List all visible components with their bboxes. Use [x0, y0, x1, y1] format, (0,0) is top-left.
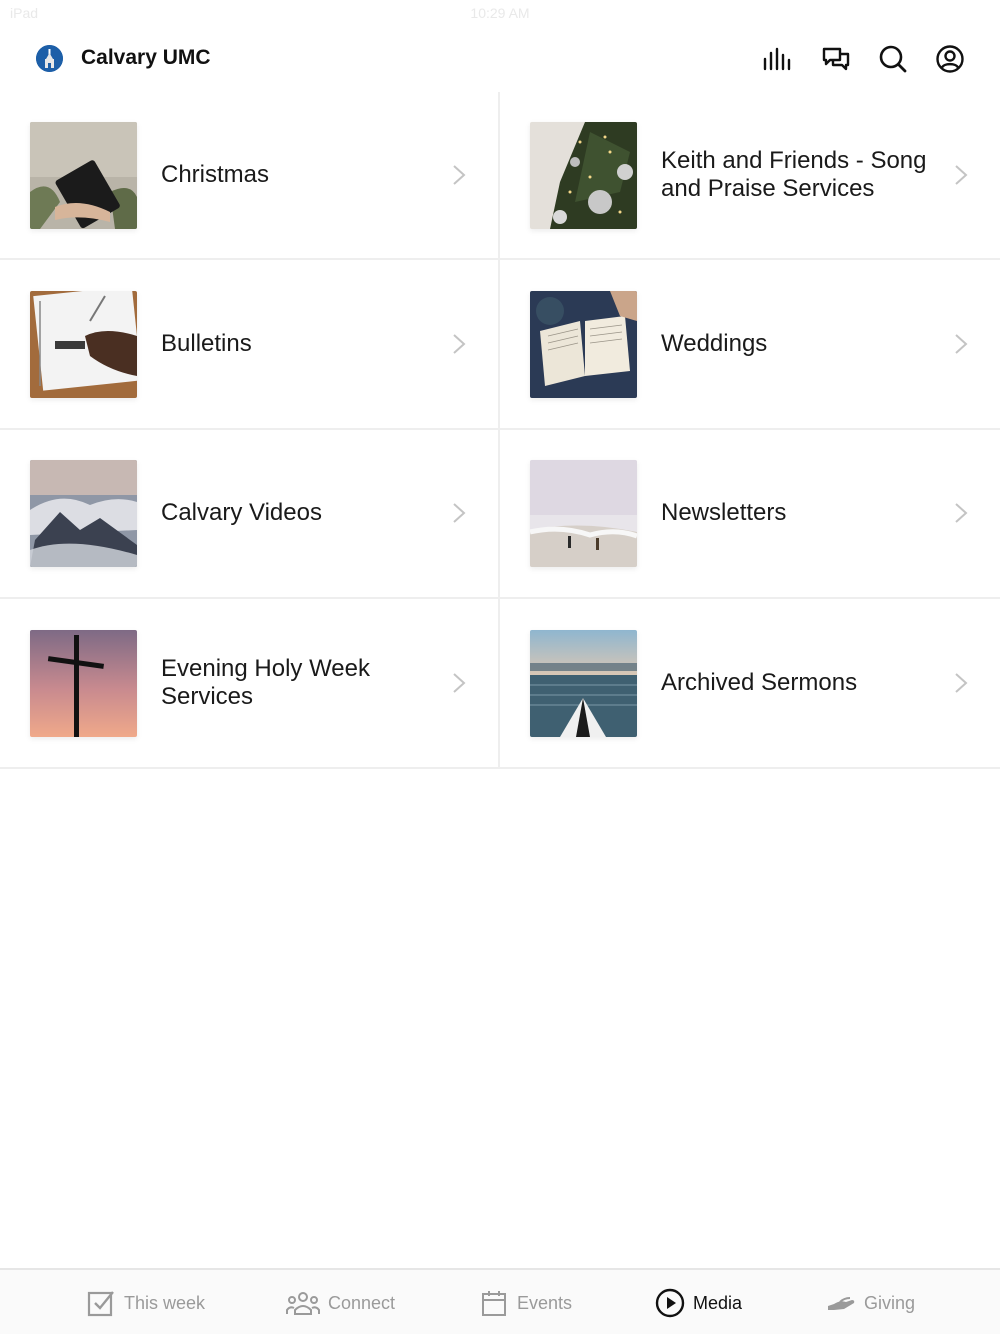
collection-thumbnail: [530, 290, 637, 398]
chevron-right-icon: [955, 334, 968, 354]
collection-label: Calvary Videos: [161, 499, 322, 527]
chat-icon[interactable]: [819, 42, 853, 76]
search-icon[interactable]: [876, 42, 910, 76]
collection-thumbnail: [530, 122, 637, 229]
app-title: Calvary UMC: [81, 46, 211, 69]
chevron-right-icon: [453, 334, 466, 354]
collection-label: Christmas: [161, 161, 270, 188]
tab-connect[interactable]: Connect: [286, 1270, 395, 1334]
status-time: 10:29 AM: [470, 5, 530, 21]
collection-label: Keith and Friends - Song and Praise Serv…: [661, 147, 927, 202]
collection-item-keith-and-friends[interactable]: Keith and Friends - Song and Praise Serv…: [500, 92, 1000, 258]
tab-label: Media: [693, 1292, 743, 1313]
collection-row: Bulletins Weddings: [0, 260, 1000, 430]
tab-this-week[interactable]: This week: [86, 1270, 205, 1334]
giving-hand-icon: [826, 1288, 856, 1318]
audio-icon[interactable]: [761, 42, 795, 76]
church-logo[interactable]: [36, 45, 63, 72]
media-collections-grid: Christmas Keith and Friends - Song and P…: [0, 92, 1000, 769]
bottom-tab-bar: This week Connect Events Media Giving: [0, 1268, 1000, 1334]
chevron-right-icon: [453, 673, 466, 693]
tab-giving[interactable]: Giving: [826, 1270, 915, 1334]
profile-icon[interactable]: [933, 42, 967, 76]
collection-item-evening-holy-week[interactable]: Evening Holy Week Services: [0, 599, 500, 767]
tab-label: Giving: [864, 1292, 916, 1313]
play-circle-icon: [655, 1288, 685, 1318]
chevron-right-icon: [955, 503, 968, 523]
collection-item-newsletters[interactable]: Newsletters: [500, 430, 1000, 598]
tab-label: This week: [124, 1292, 206, 1313]
collection-label: Weddings: [661, 329, 768, 357]
chevron-right-icon: [453, 503, 466, 523]
chevron-right-icon: [955, 673, 968, 693]
checkbox-icon: [86, 1288, 116, 1318]
people-icon: [286, 1288, 320, 1318]
collection-label: Newsletters: [661, 499, 787, 527]
chevron-right-icon: [453, 165, 466, 185]
collection-label: Bulletins: [161, 329, 252, 357]
calendar-icon: [479, 1288, 509, 1318]
collection-thumbnail: [30, 122, 137, 229]
collection-row: Calvary Videos Newsletters: [0, 429, 1000, 599]
tab-label: Connect: [328, 1292, 396, 1313]
tab-events[interactable]: Events: [479, 1270, 572, 1334]
collection-row: Evening Holy Week Services Archived Serm…: [0, 599, 1000, 769]
tab-label: Events: [517, 1292, 573, 1313]
chevron-right-icon: [955, 165, 968, 185]
collection-item-bulletins[interactable]: Bulletins: [0, 260, 500, 428]
collection-thumbnail: [30, 629, 137, 737]
collection-thumbnail: [530, 460, 637, 568]
collection-item-weddings[interactable]: Weddings: [500, 260, 1000, 428]
collection-row: Christmas Keith and Friends - Song and P…: [0, 92, 1000, 260]
collection-item-archived-sermons[interactable]: Archived Sermons: [500, 599, 1000, 767]
collection-item-calvary-videos[interactable]: Calvary Videos: [0, 429, 500, 597]
collection-item-christmas[interactable]: Christmas: [0, 92, 500, 258]
collection-thumbnail: [530, 629, 637, 737]
status-bar: iPad 10:29 AM: [0, 0, 1000, 28]
tab-media[interactable]: Media: [655, 1270, 742, 1334]
collection-label: Archived Sermons: [661, 668, 858, 696]
collection-thumbnail: [30, 460, 137, 568]
collection-label: Evening Holy Week Services: [161, 654, 370, 710]
app-header: Calvary UMC: [0, 28, 1000, 90]
collection-thumbnail: [30, 290, 137, 398]
